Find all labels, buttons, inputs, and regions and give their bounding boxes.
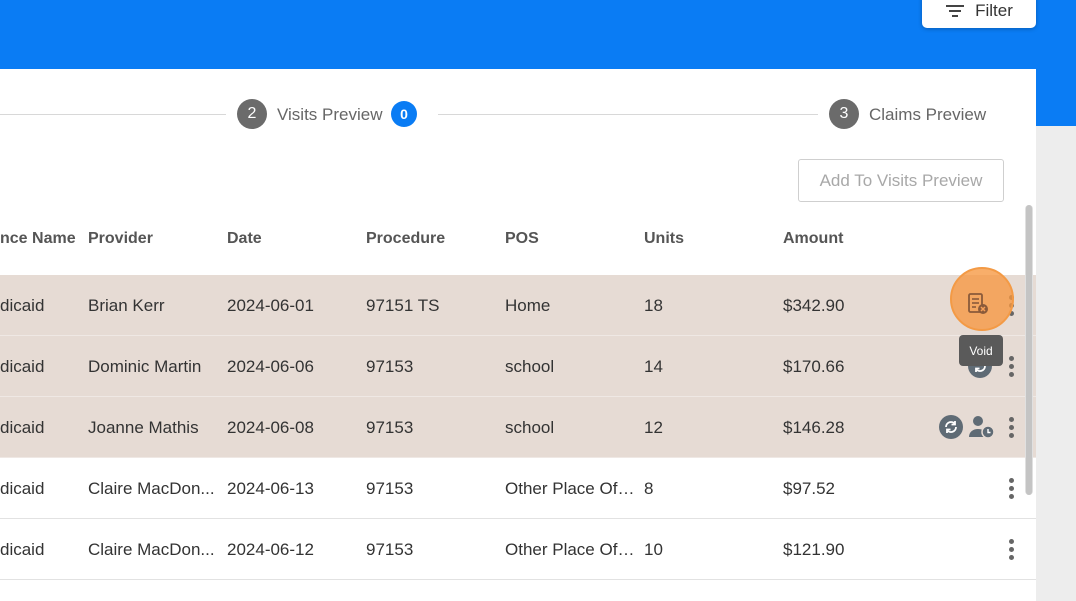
cell-pos: school	[505, 418, 555, 437]
cell-amount: $170.66	[783, 357, 845, 376]
step-3-number: 3	[829, 99, 859, 129]
stepper-connector	[0, 114, 226, 115]
cell-insurance: dicaid	[0, 296, 45, 315]
cell-procedure: 97153	[366, 479, 414, 498]
cell-date: 2024-06-06	[227, 357, 314, 376]
top-app-bar-extension	[1036, 69, 1076, 126]
table-row[interactable]: dicaid Claire MacDon... 2024-06-12 97153…	[0, 519, 1036, 580]
table-scrollbar-thumb[interactable]	[1026, 205, 1032, 495]
cell-provider: Dominic Martin	[88, 357, 202, 376]
cell-amount: $342.90	[783, 296, 845, 315]
column-header-units[interactable]: Units	[644, 230, 684, 248]
step-2-number: 2	[237, 99, 267, 129]
cell-pos: Home	[505, 296, 551, 315]
main-panel: 2 Visits Preview 0 3 Claims Preview Add …	[0, 69, 1036, 601]
cell-provider: Joanne Mathis	[88, 418, 199, 437]
filter-button-label: Filter	[975, 1, 1013, 20]
add-to-visits-preview-button[interactable]: Add To Visits Preview	[798, 159, 1004, 202]
stepper-connector	[438, 114, 818, 115]
void-tooltip: Void	[959, 335, 1003, 366]
table-row[interactable]: dicaid Joanne Mathis 2024-06-08 97153 sc…	[0, 397, 1036, 458]
column-header-date[interactable]: Date	[227, 230, 262, 248]
table-row[interactable]: dicaid Claire MacDon... 2024-06-13 97153…	[0, 458, 1036, 519]
more-vertical-icon[interactable]	[1005, 538, 1017, 562]
cell-amount: $146.28	[783, 418, 845, 437]
filter-list-icon	[945, 4, 965, 18]
more-vertical-icon[interactable]	[1005, 416, 1017, 440]
cell-provider: Claire MacDon...	[88, 540, 215, 559]
cell-procedure: 97153	[366, 357, 414, 376]
top-app-bar	[0, 0, 1076, 69]
column-header-pos[interactable]: POS	[505, 230, 539, 248]
column-header-insurance-name[interactable]: nce Name	[0, 230, 76, 248]
cell-units: 12	[644, 418, 663, 437]
cell-amount: $97.52	[783, 479, 835, 498]
cell-insurance: dicaid	[0, 418, 45, 437]
cell-pos: Other Place Of ...	[505, 540, 635, 559]
step-3-label: Claims Preview	[869, 105, 987, 124]
filter-button[interactable]: Filter	[922, 0, 1036, 28]
column-header-procedure[interactable]: Procedure	[366, 230, 445, 248]
cell-units: 14	[644, 357, 663, 376]
user-clock-icon[interactable]	[968, 414, 996, 440]
cell-insurance: dicaid	[0, 357, 45, 376]
sync-circle-icon[interactable]	[939, 415, 963, 439]
visits-count-badge: 0	[391, 101, 417, 127]
table-row[interactable]: dicaid Brian Kerr 2024-06-01 97151 TS Ho…	[0, 275, 1036, 336]
cell-date: 2024-06-12	[227, 540, 314, 559]
cell-units: 18	[644, 296, 663, 315]
cell-procedure: 97153	[366, 418, 414, 437]
more-vertical-icon[interactable]	[1005, 477, 1017, 501]
cell-date: 2024-06-13	[227, 479, 314, 498]
cell-procedure: 97151 TS	[366, 296, 440, 315]
void-document-icon[interactable]	[966, 292, 990, 316]
cell-insurance: dicaid	[0, 540, 45, 559]
cell-procedure: 97153	[366, 540, 414, 559]
cell-provider: Claire MacDon...	[88, 479, 215, 498]
cell-amount: $121.90	[783, 540, 845, 559]
cell-units: 8	[644, 479, 654, 498]
cell-date: 2024-06-01	[227, 296, 314, 315]
cell-units: 10	[644, 540, 663, 559]
table-row[interactable]: dicaid Dominic Martin 2024-06-06 97153 s…	[0, 336, 1036, 397]
column-header-provider[interactable]: Provider	[88, 230, 153, 248]
cell-insurance: dicaid	[0, 479, 45, 498]
cell-date: 2024-06-08	[227, 418, 314, 437]
more-vertical-icon[interactable]	[1005, 355, 1017, 379]
cell-pos: Other Place Of ...	[505, 479, 635, 498]
column-header-amount[interactable]: Amount	[783, 230, 843, 248]
step-2-label: Visits Preview	[277, 105, 383, 124]
cell-pos: school	[505, 357, 555, 376]
cell-provider: Brian Kerr	[88, 296, 165, 315]
